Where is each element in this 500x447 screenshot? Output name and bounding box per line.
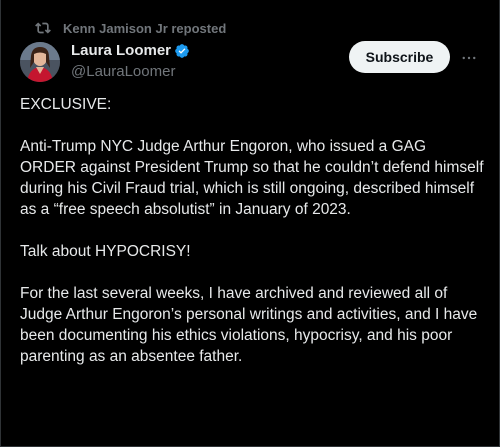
user-info: Laura Loomer @LauraLoomer — [71, 42, 190, 81]
repost-icon — [35, 20, 51, 36]
post-paragraph: For the last several weeks, I have archi… — [20, 285, 478, 365]
post-card[interactable]: Kenn Jamison Jr reposted Laura Loomer @L… — [0, 0, 500, 447]
repost-indicator[interactable]: Kenn Jamison Jr reposted — [35, 20, 226, 36]
repost-text: Kenn Jamison Jr reposted — [63, 20, 227, 36]
more-horizontal-icon[interactable] — [460, 49, 478, 67]
author-name[interactable]: Laura Loomer — [71, 42, 171, 60]
author-handle[interactable]: @LauraLoomer — [71, 63, 190, 81]
avatar[interactable] — [20, 42, 60, 82]
post-paragraph: EXCLUSIVE: — [20, 96, 112, 113]
verified-badge-icon — [174, 43, 190, 59]
author-name-row[interactable]: Laura Loomer — [71, 42, 190, 60]
post-paragraph: Talk about HYPOCRISY! — [20, 243, 191, 260]
subscribe-button[interactable]: Subscribe — [349, 41, 450, 73]
post-body: EXCLUSIVE: Anti-Trump NYC Judge Arthur E… — [20, 94, 486, 388]
post-paragraph: Anti-Trump NYC Judge Arthur Engoron, who… — [20, 138, 484, 218]
